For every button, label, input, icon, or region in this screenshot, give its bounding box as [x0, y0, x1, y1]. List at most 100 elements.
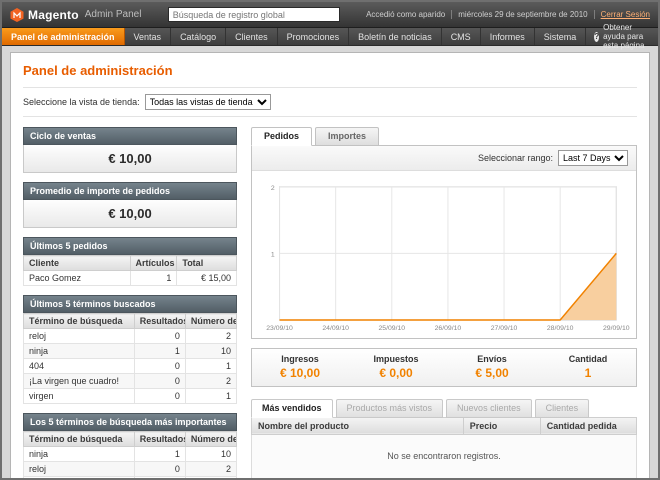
totals-bar: Ingresos € 10,00 Impuestos € 0,00 Envíos… — [251, 348, 637, 387]
logout-link[interactable]: Cerrar Sesión — [601, 10, 650, 19]
nav-item-catalogo[interactable]: Catálogo — [171, 28, 226, 45]
column-header: Resultados — [134, 432, 185, 447]
table-row: ¡La virgen que cuadro!02 — [24, 374, 237, 389]
stat-label: Envíos — [444, 354, 540, 364]
stat-value: € 5,00 — [444, 366, 540, 380]
tab-importes[interactable]: Importes — [315, 127, 379, 146]
stat-impuestos: Impuestos € 0,00 — [348, 354, 444, 380]
user-info: Accedió como aparido miércoles 29 de sep… — [366, 10, 650, 19]
page-title: Panel de administración — [23, 63, 637, 78]
dashboard-main: Pedidos Importes Seleccionar rango: Last… — [251, 127, 637, 480]
stat-envios: Envíos € 5,00 — [444, 354, 540, 380]
products-table: Nombre del producto Precio Cantidad pedi… — [251, 417, 637, 480]
global-search-input[interactable] — [168, 7, 340, 22]
stat-value: € 10,00 — [252, 366, 348, 380]
last-orders-table: Cliente Artículos Total Paco Gomez1€ 15,… — [23, 255, 237, 286]
column-header: Término de búsqueda — [24, 314, 135, 329]
last-search-table: Término de búsqueda Resultados Número de… — [23, 313, 237, 404]
last-orders-title: Últimos 5 pedidos — [23, 237, 237, 255]
admin-window: Magento Admin Panel Accedió como aparido… — [0, 0, 660, 480]
store-view-select[interactable]: Todas las vistas de tienda — [145, 94, 271, 110]
dashboard-sidebar: Ciclo de ventas € 10,00 Promedio de impo… — [23, 127, 237, 480]
svg-text:25/09/10: 25/09/10 — [378, 325, 405, 332]
nav-item-sistema[interactable]: Sistema — [535, 28, 587, 45]
range-bar: Seleccionar rango: Last 7 Days — [252, 146, 636, 171]
orders-chart: 23/09/10 24/09/10 25/09/10 26/09/10 27/09/10… — [252, 171, 636, 338]
magento-logo[interactable]: Magento Admin Panel — [10, 8, 141, 22]
stat-label: Ingresos — [252, 354, 348, 364]
chart-tabs: Pedidos Importes — [251, 127, 637, 146]
column-header: Total — [177, 256, 237, 271]
tab-nuevos-clientes[interactable]: Nuevos clientes — [446, 399, 532, 418]
table-row: 40401 — [24, 359, 237, 374]
top-search-box: Los 5 términos de búsqueda más important… — [23, 413, 237, 480]
logged-in-as: Accedió como aparido — [366, 10, 445, 19]
nav-item-informes[interactable]: Informes — [481, 28, 535, 45]
nav-item-dashboard[interactable]: Panel de administración — [2, 28, 125, 45]
tab-clientes[interactable]: Clientes — [535, 399, 590, 418]
table-row: virgen01 — [24, 389, 237, 404]
store-view-switcher: Seleccione la vista de tienda: Todas las… — [23, 87, 637, 117]
svg-text:2: 2 — [271, 185, 275, 192]
last-orders-box: Últimos 5 pedidos Cliente Artículos Tota… — [23, 237, 237, 286]
svg-text:27/09/10: 27/09/10 — [491, 325, 518, 332]
last-search-box: Últimos 5 términos buscados Término de b… — [23, 295, 237, 404]
svg-text:24/09/10: 24/09/10 — [322, 325, 349, 332]
global-search — [141, 7, 366, 22]
column-header: Precio — [463, 417, 540, 434]
column-header: Nombre del producto — [252, 417, 464, 434]
svg-text:26/09/10: 26/09/10 — [435, 325, 462, 332]
tab-productos-mas-vistos[interactable]: Productos más vistos — [336, 399, 444, 418]
svg-text:28/09/10: 28/09/10 — [547, 325, 574, 332]
empty-message: No se encontraron registros. — [252, 434, 637, 480]
nav-item-ventas[interactable]: Ventas — [125, 28, 172, 45]
tab-pedidos[interactable]: Pedidos — [251, 127, 312, 146]
nav-item-promociones[interactable]: Promociones — [278, 28, 350, 45]
range-select[interactable]: Last 7 Days — [558, 150, 628, 166]
separator — [451, 10, 452, 19]
stat-ingresos: Ingresos € 10,00 — [252, 354, 348, 380]
average-orders-box: Promedio de importe de pedidos € 10,00 — [23, 182, 237, 228]
stat-value: € 0,00 — [348, 366, 444, 380]
tab-mas-vendidos[interactable]: Más vendidos — [251, 399, 333, 418]
help-label: Obtener ayuda para esta página — [603, 23, 650, 50]
column-header: Término de búsqueda — [24, 432, 135, 447]
table-row: reloj02 — [24, 462, 237, 477]
last-search-title: Últimos 5 términos buscados — [23, 295, 237, 313]
column-header: Número de usos — [185, 314, 236, 329]
separator — [594, 10, 595, 19]
nav-item-clientes[interactable]: Clientes — [226, 28, 278, 45]
svg-text:23/09/10: 23/09/10 — [266, 325, 293, 332]
average-orders-title: Promedio de importe de pedidos — [23, 182, 237, 200]
range-label: Seleccionar rango: — [478, 153, 553, 163]
nav-item-cms[interactable]: CMS — [442, 28, 481, 45]
table-row: ¡La virgen que cuadro!02 — [24, 477, 237, 480]
lifetime-sales-title: Ciclo de ventas — [23, 127, 237, 145]
stat-cantidad: Cantidad 1 — [540, 354, 636, 380]
top-header: Magento Admin Panel Accedió como aparido… — [2, 2, 658, 28]
products-tabs: Más vendidos Productos más vistos Nuevos… — [251, 399, 637, 418]
table-row: ninja110 — [24, 344, 237, 359]
orders-chart-svg: 23/09/10 24/09/10 25/09/10 26/09/10 27/09/10… — [258, 179, 630, 336]
nav-item-boletin[interactable]: Boletín de noticias — [349, 28, 442, 45]
lifetime-sales-value: € 10,00 — [23, 145, 237, 173]
table-row: reloj02 — [24, 329, 237, 344]
column-header: Cliente — [24, 256, 131, 271]
logo-subtitle: Admin Panel — [85, 9, 142, 20]
store-view-label: Seleccione la vista de tienda: — [23, 97, 140, 107]
empty-row: No se encontraron registros. — [252, 434, 637, 480]
main-nav: Panel de administración Ventas Catálogo … — [2, 28, 658, 46]
stat-label: Cantidad — [540, 354, 636, 364]
orders-panel: Seleccionar rango: Last 7 Days 23/09/102… — [251, 145, 637, 339]
average-orders-value: € 10,00 — [23, 200, 237, 228]
magento-logo-icon — [10, 8, 24, 22]
page-help-link[interactable]: Obtener ayuda para esta página — [586, 28, 658, 45]
column-header: Número de usos — [185, 432, 236, 447]
svg-text:29/09/10: 29/09/10 — [603, 325, 630, 332]
help-icon — [594, 32, 599, 42]
svg-text:1: 1 — [271, 251, 275, 258]
logo-text: Magento — [28, 8, 79, 22]
content-area: Panel de administración Seleccione la vi… — [10, 52, 650, 480]
top-search-table: Término de búsqueda Resultados Número de… — [23, 431, 237, 480]
column-header: Resultados — [134, 314, 185, 329]
